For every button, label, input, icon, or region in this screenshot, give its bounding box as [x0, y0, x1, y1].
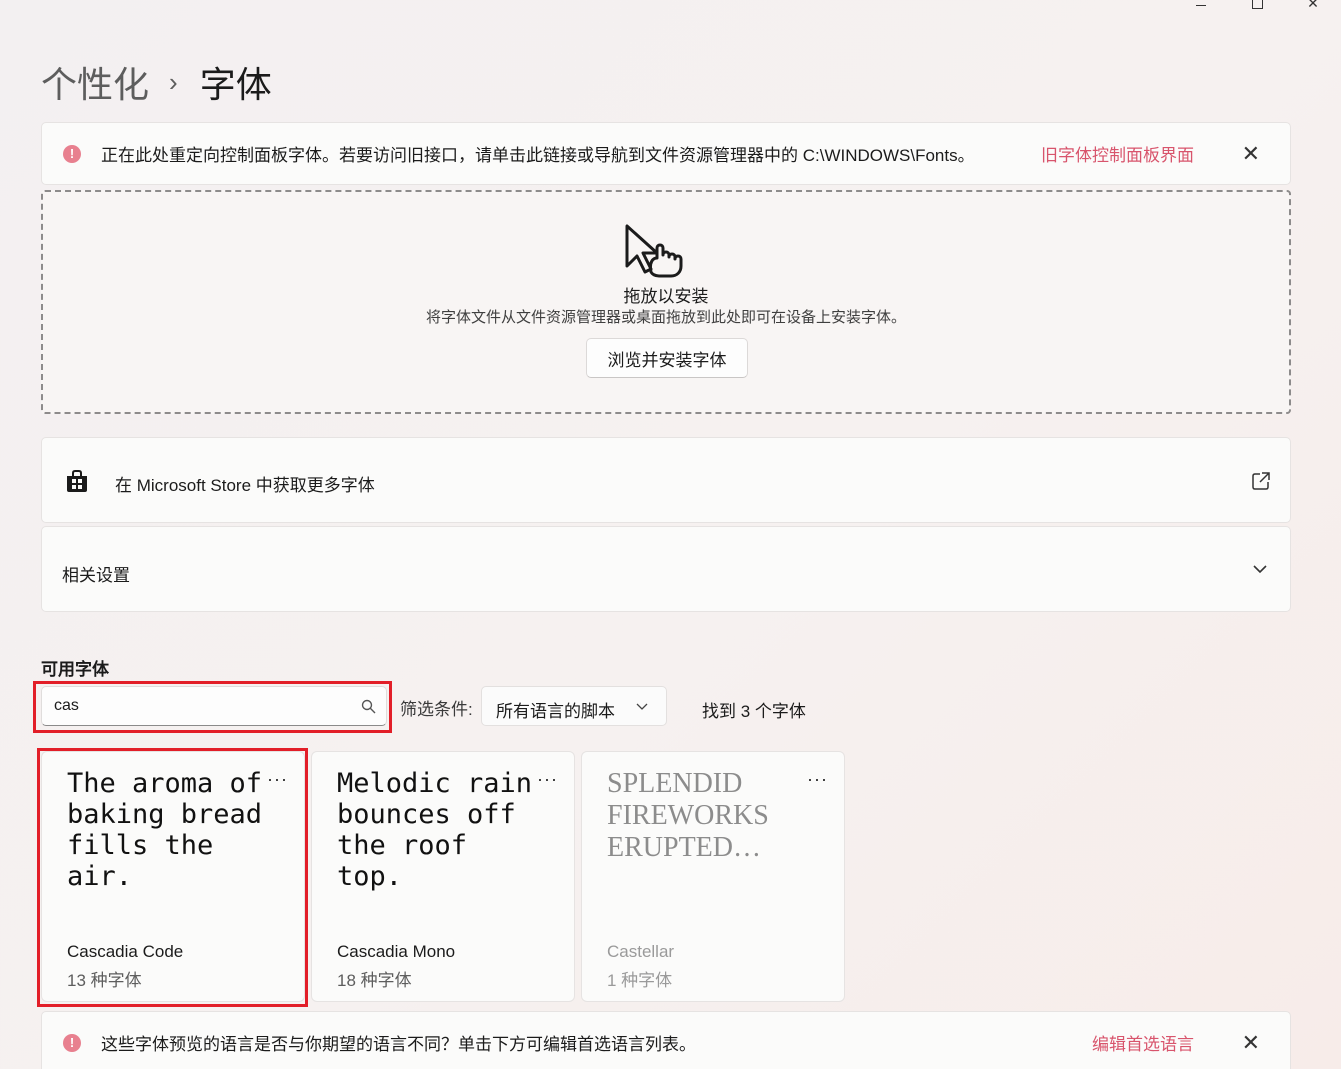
- more-options-icon[interactable]: ···: [807, 770, 828, 788]
- related-settings-expander[interactable]: 相关设置: [41, 526, 1291, 612]
- store-icon: [67, 470, 87, 492]
- chevron-down-icon: [636, 703, 648, 710]
- legacy-font-control-panel-link[interactable]: 旧字体控制面板界面: [1041, 141, 1194, 166]
- font-count: 1 种字体: [607, 971, 673, 990]
- info-bar-language: ! 这些字体预览的语言是否与你期望的语言不同？单击下方可编辑首选语言列表。 编辑…: [41, 1011, 1291, 1069]
- breadcrumb: 个性化 › 字体: [41, 56, 272, 108]
- minimize-button[interactable]: [1173, 0, 1229, 14]
- drop-subtitle: 将字体文件从文件资源管理器或桌面拖放到此处即可在设备上安装字体。: [425, 309, 906, 326]
- close-icon[interactable]: ✕: [1242, 1031, 1260, 1054]
- breadcrumb-separator: ›: [169, 66, 178, 97]
- info-icon: !: [63, 144, 81, 163]
- filter-selected-value: 所有语言的脚本: [496, 702, 615, 721]
- maximize-button[interactable]: [1229, 0, 1285, 14]
- chevron-down-icon: [1253, 565, 1267, 574]
- edit-preferred-languages-link[interactable]: 编辑首选语言: [1092, 1030, 1194, 1055]
- info-bar-redirect: ! 正在此处重定向控制面板字体。若要访问旧接口，请单击此链接或导航到文件资源管理…: [41, 122, 1291, 185]
- filter-label: 筛选条件:: [400, 700, 473, 719]
- drag-hand-icon: [625, 224, 683, 278]
- drop-title: 拖放以安装: [623, 287, 709, 306]
- info-icon: !: [63, 1033, 81, 1052]
- close-icon[interactable]: ✕: [1242, 142, 1260, 165]
- info-message: 正在此处重定向控制面板字体。若要访问旧接口，请单击此链接或导航到文件资源管理器中…: [101, 146, 975, 165]
- drop-to-install-zone[interactable]: 拖放以安装 将字体文件从文件资源管理器或桌面拖放到此处即可在设备上安装字体。 浏…: [41, 190, 1291, 414]
- microsoft-store-fonts-link[interactable]: 在 Microsoft Store 中获取更多字体: [41, 437, 1291, 523]
- script-filter-dropdown[interactable]: 所有语言的脚本: [481, 686, 667, 726]
- font-preview: Melodic rain bounces off the roof top.: [337, 768, 533, 892]
- font-card-cascadia-mono[interactable]: Melodic rain bounces off the roof top. ·…: [311, 751, 575, 1002]
- font-count: 18 种字体: [337, 971, 412, 990]
- external-link-icon: [1252, 472, 1270, 490]
- info-message: 这些字体预览的语言是否与你期望的语言不同？单击下方可编辑首选语言列表。: [101, 1035, 696, 1054]
- breadcrumb-personalization[interactable]: 个性化: [41, 56, 149, 108]
- available-fonts-title: 可用字体: [41, 660, 109, 679]
- window-controls: ✕: [1173, 0, 1341, 14]
- close-window-button[interactable]: ✕: [1285, 0, 1341, 14]
- more-options-icon[interactable]: ···: [537, 770, 558, 788]
- search-highlight-box: [33, 681, 392, 733]
- font-name: Castellar: [607, 942, 675, 961]
- store-label: 在 Microsoft Store 中获取更多字体: [115, 476, 375, 495]
- font-preview: SPLENDID FIREWORKS ERUPTED…: [607, 768, 769, 863]
- related-settings-label: 相关设置: [62, 566, 130, 585]
- browse-install-fonts-button[interactable]: 浏览并安装字体: [586, 338, 748, 378]
- font-card-castellar[interactable]: SPLENDID FIREWORKS ERUPTED… ··· Castella…: [581, 751, 845, 1002]
- font-name: Cascadia Mono: [337, 942, 456, 961]
- page-title: 字体: [199, 64, 272, 105]
- results-count: 找到 3 个字体: [702, 702, 806, 721]
- card-highlight-box: [37, 748, 308, 1007]
